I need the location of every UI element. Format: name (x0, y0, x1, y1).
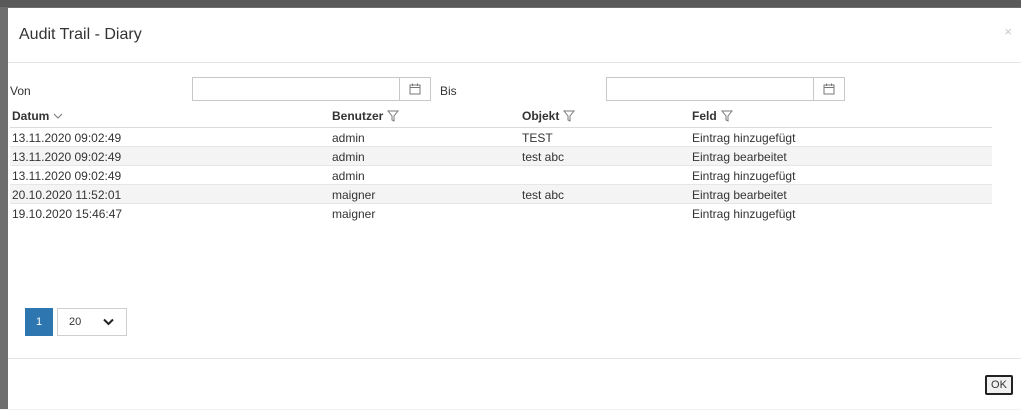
date-filter-row: Von Bis (8, 76, 1021, 102)
table-row[interactable]: 13.11.2020 09:02:49 admin test abc Eintr… (10, 147, 992, 166)
cell-benutzer: maigner (332, 188, 376, 202)
ok-button[interactable]: OK (985, 375, 1013, 395)
cell-datum: 20.10.2020 11:52:01 (12, 188, 122, 202)
cell-feld: Eintrag hinzugefügt (692, 169, 796, 183)
page-size-value: 20 (69, 316, 82, 328)
table-row[interactable]: 19.10.2020 15:46:47 maigner Eintrag hinz… (10, 204, 992, 223)
backdrop-strip (0, 0, 1021, 7)
cell-datum: 13.11.2020 09:02:49 (12, 169, 122, 183)
from-calendar-button[interactable] (399, 78, 430, 100)
cell-datum: 19.10.2020 15:46:47 (12, 207, 123, 221)
cell-benutzer: maigner (332, 207, 376, 221)
table-row[interactable]: 13.11.2020 09:02:49 admin TEST Eintrag h… (10, 128, 992, 147)
filter-icon[interactable] (387, 110, 400, 122)
dialog-footer: OK (8, 358, 1021, 410)
pagination: 1 20 (25, 308, 127, 336)
from-date-input[interactable] (197, 79, 408, 101)
table-header: Datum Benutzer Objekt Feld (10, 105, 992, 128)
cell-objekt: test abc (522, 150, 565, 164)
table-row[interactable]: 13.11.2020 09:02:49 admin Eintrag hinzug… (10, 166, 992, 185)
cell-feld: Eintrag bearbeitet (692, 188, 787, 202)
filter-icon[interactable] (720, 110, 733, 122)
from-date-field[interactable] (192, 77, 431, 101)
dialog-title: Audit Trail - Diary (19, 26, 142, 43)
to-date-field[interactable] (606, 77, 845, 101)
audit-table: Datum Benutzer Objekt Feld 13.11.2020 09… (10, 105, 992, 223)
column-header-benutzer[interactable]: Benutzer (332, 109, 400, 123)
audit-trail-dialog: Audit Trail - Diary × Von Bis Datum Benu… (8, 8, 1021, 409)
to-date-input[interactable] (611, 79, 822, 101)
close-button[interactable]: × (1004, 25, 1012, 38)
filter-icon[interactable] (563, 110, 576, 122)
column-header-feld[interactable]: Feld (692, 109, 733, 123)
column-header-objekt[interactable]: Objekt (522, 109, 576, 123)
page-size-select[interactable]: 20 (57, 308, 127, 336)
sort-down-icon[interactable] (53, 112, 63, 120)
cell-benutzer: admin (332, 169, 365, 183)
table-row[interactable]: 20.10.2020 11:52:01 maigner test abc Ein… (10, 185, 992, 204)
cell-feld: Eintrag hinzugefügt (692, 207, 796, 221)
cell-objekt: test abc (522, 188, 565, 202)
cell-datum: 13.11.2020 09:02:49 (12, 131, 122, 145)
to-calendar-button[interactable] (813, 78, 844, 100)
cell-objekt: TEST (522, 131, 553, 145)
cell-benutzer: admin (332, 150, 365, 164)
column-header-datum[interactable]: Datum (12, 109, 63, 123)
to-label: Bis (440, 84, 457, 98)
cell-feld: Eintrag hinzugefügt (692, 131, 796, 145)
page-button-current[interactable]: 1 (25, 308, 53, 336)
cell-datum: 13.11.2020 09:02:49 (12, 150, 122, 164)
cell-benutzer: admin (332, 131, 365, 145)
chevron-down-icon (103, 318, 114, 326)
cell-feld: Eintrag bearbeitet (692, 150, 787, 164)
calendar-icon (823, 83, 835, 95)
from-label: Von (10, 84, 31, 98)
dialog-header: Audit Trail - Diary × (8, 8, 1021, 63)
calendar-icon (409, 83, 421, 95)
